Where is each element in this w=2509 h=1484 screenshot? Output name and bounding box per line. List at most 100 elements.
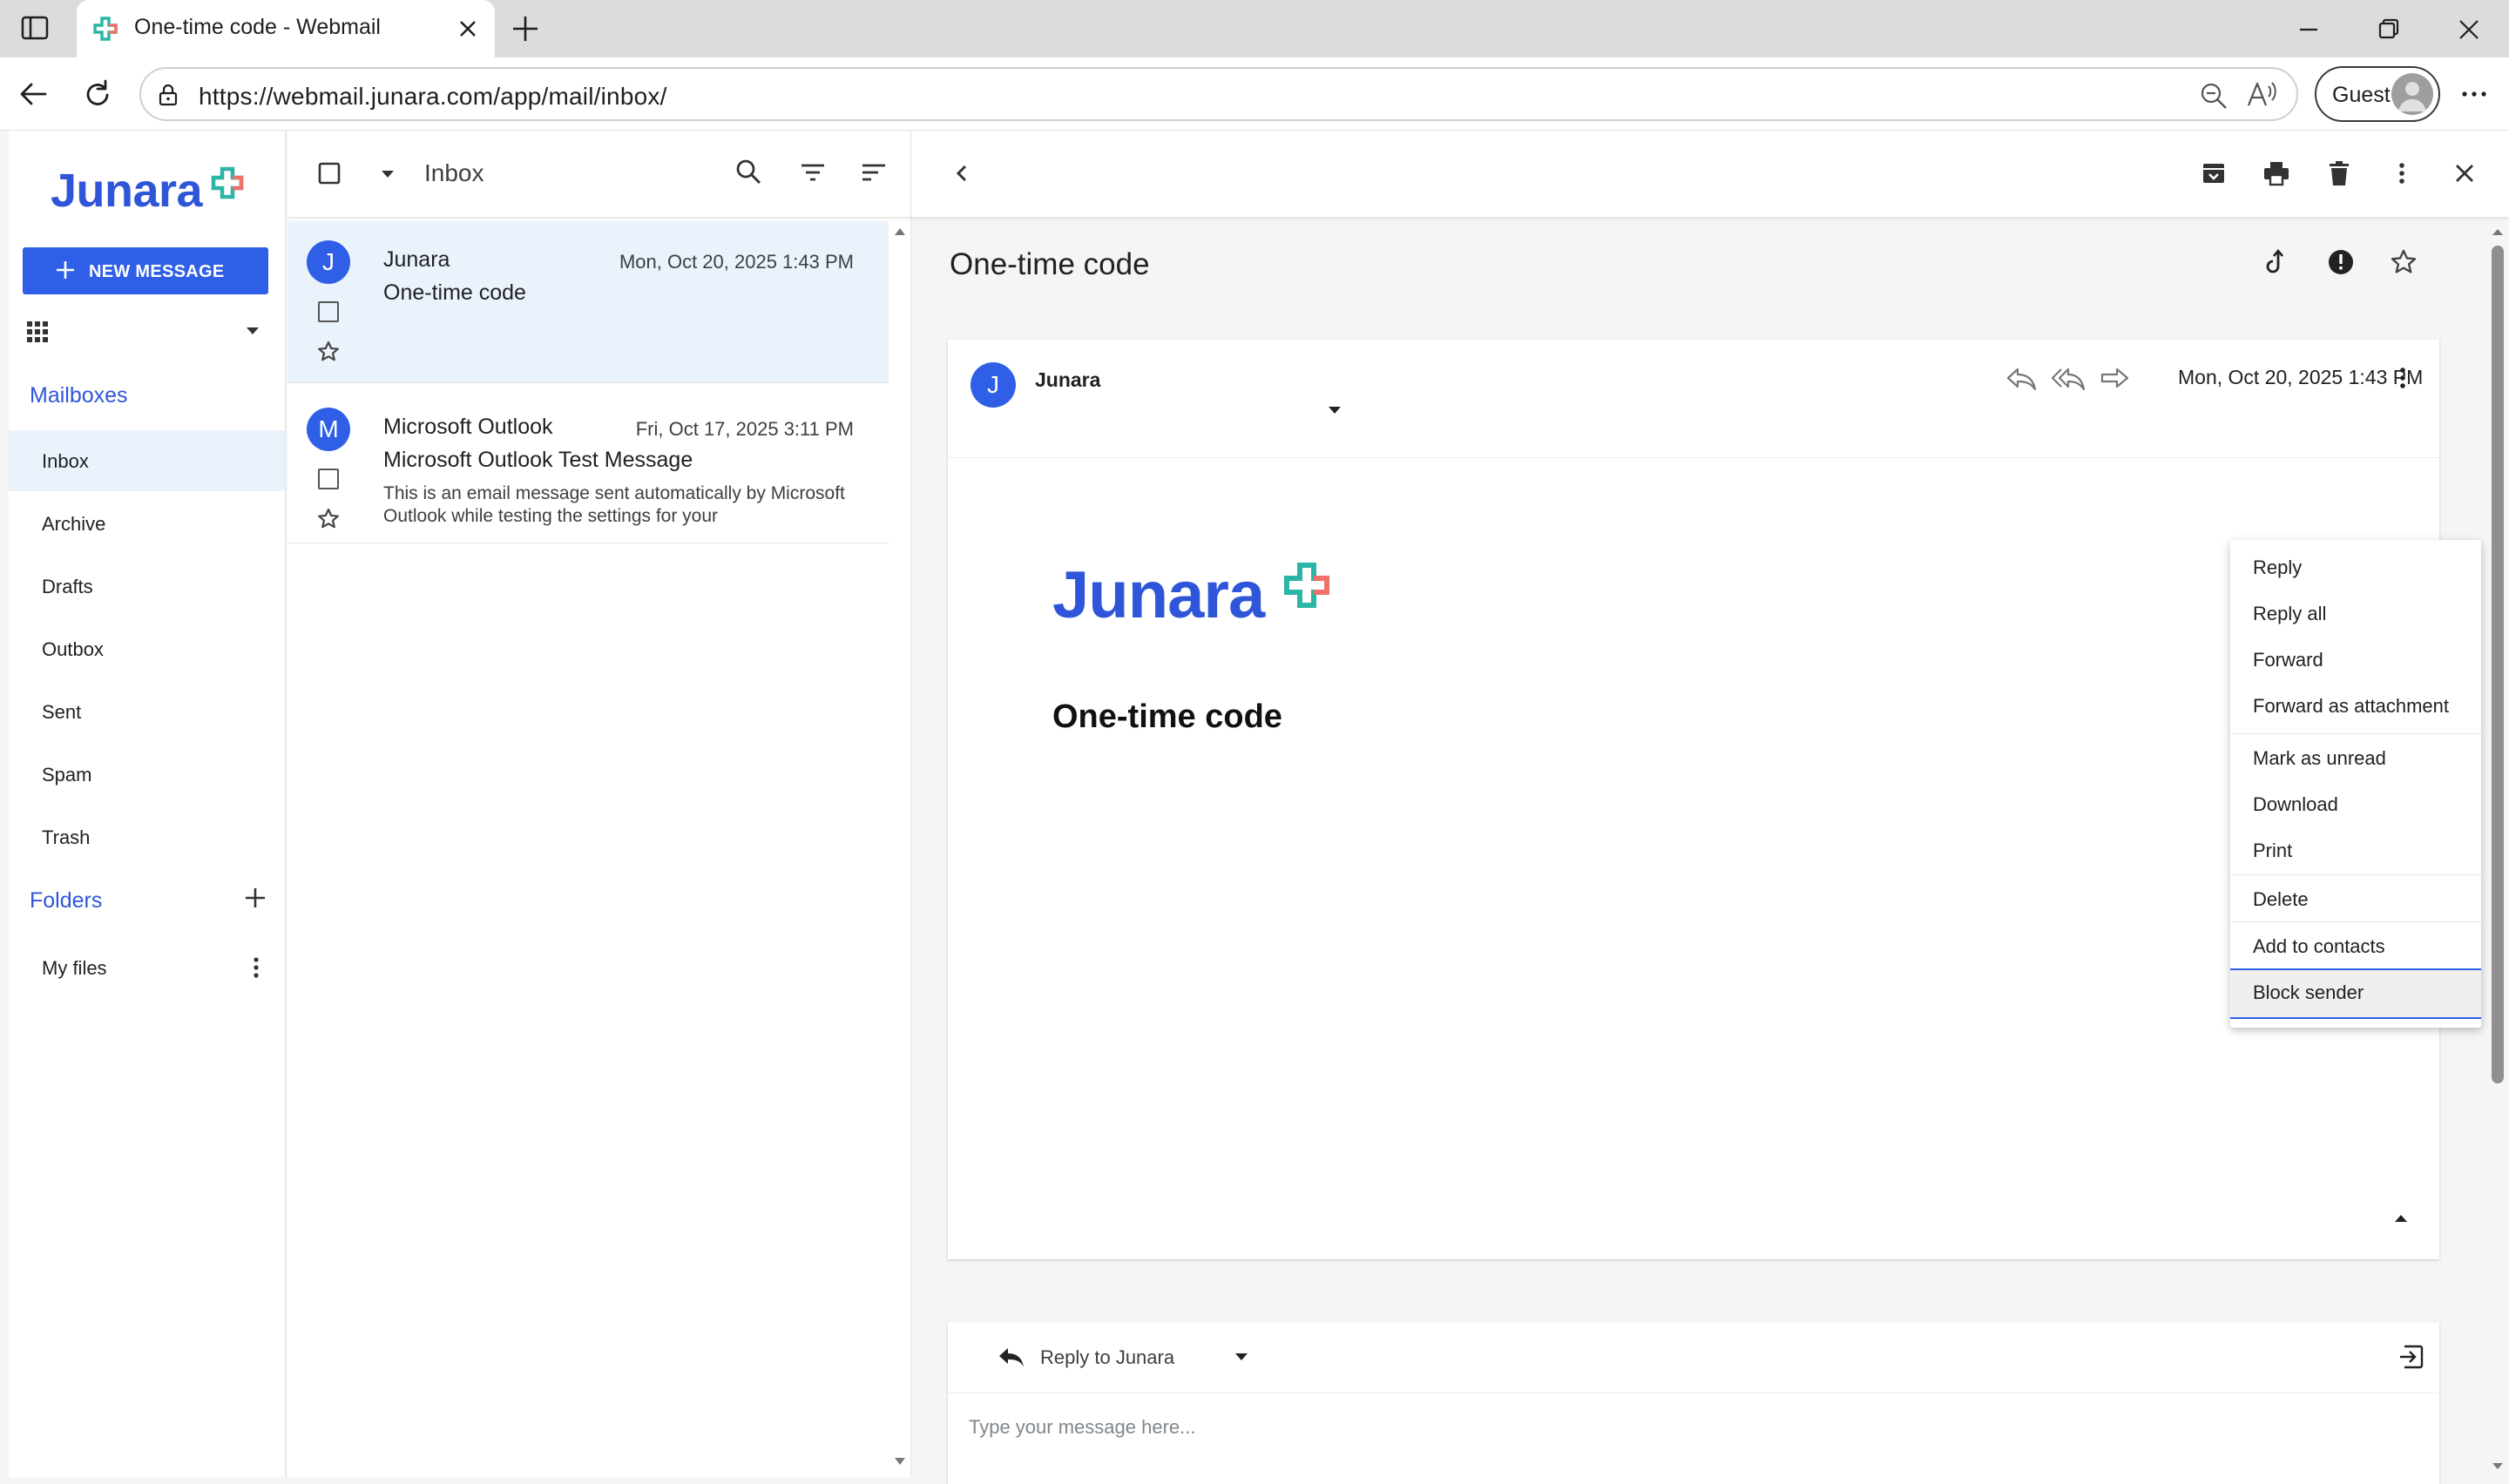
menu-item-block-sender[interactable]: Block sender — [2230, 968, 2481, 1019]
sidebar-item-inbox[interactable]: Inbox — [9, 430, 285, 491]
email-sender[interactable]: Junara — [1035, 368, 1100, 392]
logo-text: Junara — [51, 165, 203, 217]
sidebar-item-drafts[interactable]: Drafts — [9, 556, 285, 617]
message-subject: One-time code — [383, 280, 526, 305]
star-icon[interactable] — [316, 507, 341, 531]
caret-down-icon[interactable] — [1234, 1352, 1249, 1362]
menu-item-reply-all[interactable]: Reply all — [2230, 590, 2481, 636]
reply-message-input[interactable] — [969, 1406, 2415, 1449]
menu-item-label: Forward — [2253, 649, 2323, 671]
url-field[interactable]: https://webmail.junara.com/app/mail/inbo… — [139, 67, 2298, 121]
zoom-out-icon[interactable] — [2199, 81, 2228, 111]
email-body-heading: One-time code — [1052, 698, 1282, 735]
sidebar-item-sent[interactable]: Sent — [9, 681, 285, 742]
reply-to-label[interactable]: Reply to Junara — [1040, 1346, 1174, 1369]
new-message-button[interactable]: NEW MESSAGE — [23, 247, 268, 294]
forward-icon[interactable] — [2098, 362, 2133, 394]
menu-item-reply[interactable]: Reply — [2230, 543, 2481, 590]
message-preview: This is an email message sent automatica… — [383, 483, 845, 526]
avatar: M — [307, 408, 350, 451]
more-vertical-icon[interactable] — [2394, 362, 2411, 394]
reply-icon[interactable] — [997, 1343, 1026, 1371]
tab-actions-icon[interactable] — [19, 14, 54, 44]
delete-icon[interactable] — [2324, 159, 2354, 188]
reply-icon[interactable] — [2004, 362, 2039, 394]
search-icon[interactable] — [734, 157, 763, 186]
folders-heading[interactable]: Folders — [30, 888, 102, 914]
browser-more-icon[interactable] — [2457, 77, 2492, 111]
menu-item-mark-as-unread[interactable]: Mark as unread — [2230, 734, 2481, 780]
reader-toolbar — [911, 131, 2509, 218]
menu-item-download[interactable]: Download — [2230, 780, 2481, 826]
menu-item-add-to-contacts[interactable]: Add to contacts — [2230, 922, 2481, 968]
star-icon[interactable] — [2389, 247, 2418, 277]
message-date: Mon, Oct 20, 2025 1:43 PM — [619, 251, 854, 273]
menu-item-label: Print — [2253, 840, 2293, 861]
menu-item-label: Download — [2253, 793, 2338, 815]
sidebar-item-label: Drafts — [42, 576, 93, 597]
menu-item-label: Forward as attachment — [2253, 695, 2449, 717]
plus-icon — [54, 259, 77, 281]
message-date: Fri, Oct 17, 2025 3:11 PM — [635, 418, 854, 440]
medical-cross-icon — [210, 165, 245, 200]
menu-item-print[interactable]: Print — [2230, 826, 2481, 873]
list-title: Inbox — [424, 159, 484, 186]
menu-item-forward[interactable]: Forward — [2230, 636, 2481, 682]
sort-icon[interactable] — [859, 159, 889, 188]
row-checkbox[interactable] — [318, 301, 339, 322]
priority-icon[interactable] — [2326, 247, 2356, 277]
sidebar-item-spam[interactable]: Spam — [9, 744, 285, 805]
chevron-left-icon[interactable] — [948, 159, 977, 188]
caret-down-icon[interactable] — [1326, 404, 1343, 416]
close-window-icon[interactable] — [2455, 16, 2483, 44]
junara-logo[interactable]: Junara — [51, 164, 260, 219]
caret-down-icon[interactable] — [378, 161, 397, 187]
back-arrow-icon[interactable] — [16, 77, 51, 111]
folder-more-icon[interactable] — [247, 954, 265, 981]
list-scrollbar[interactable] — [889, 218, 910, 1477]
restore-icon[interactable] — [2375, 16, 2403, 44]
sidebar: Junara NEW MESSAGE Mailboxes Inbox Archi… — [9, 131, 286, 1477]
menu-item-label: Reply all — [2253, 603, 2327, 624]
sidebar-item-outbox[interactable]: Outbox — [9, 618, 285, 679]
message-sender: Microsoft Outlook — [383, 415, 553, 439]
caret-down-icon[interactable] — [244, 324, 261, 338]
filter-icon[interactable] — [798, 159, 828, 188]
minimize-icon[interactable] — [2295, 16, 2323, 44]
star-icon[interactable] — [316, 340, 341, 364]
avatar: J — [970, 362, 1016, 408]
read-aloud-icon[interactable] — [2246, 79, 2279, 111]
pop-out-icon[interactable] — [2397, 1343, 2425, 1371]
reply-all-icon[interactable] — [2051, 362, 2086, 394]
sidebar-item-my-files[interactable]: My files — [9, 937, 285, 998]
new-tab-icon[interactable] — [509, 12, 542, 45]
scrollbar-thumb[interactable] — [2492, 246, 2504, 1083]
list-item-message-1[interactable]: J Junara Mon, Oct 20, 2025 1:43 PM One-t… — [287, 221, 889, 383]
menu-item-delete[interactable]: Delete — [2230, 875, 2481, 921]
sidebar-item-trash[interactable]: Trash — [9, 806, 285, 867]
row-checkbox[interactable] — [318, 469, 339, 489]
browser-tab-active[interactable]: One-time code - Webmail — [77, 0, 495, 57]
archive-icon[interactable] — [2199, 159, 2228, 188]
address-bar: https://webmail.junara.com/app/mail/inbo… — [0, 57, 2509, 131]
flag-icon[interactable] — [2263, 247, 2293, 277]
guest-profile-button[interactable]: Guest — [2315, 66, 2440, 122]
list-item-message-2[interactable]: M Microsoft Outlook Fri, Oct 17, 2025 3:… — [287, 383, 889, 543]
message-actions-menu: Reply Reply all Forward Forward as attac… — [2230, 540, 2481, 1028]
apps-grid-icon[interactable] — [26, 320, 49, 343]
lock-icon[interactable] — [157, 83, 179, 107]
select-all-checkbox[interactable] — [315, 159, 345, 189]
close-tab-icon[interactable] — [456, 17, 479, 40]
refresh-icon[interactable] — [80, 77, 115, 111]
collapse-icon[interactable] — [2392, 1212, 2410, 1224]
sidebar-item-archive[interactable]: Archive — [9, 493, 285, 554]
reader-scrollbar[interactable] — [2486, 221, 2509, 1477]
mailboxes-heading[interactable]: Mailboxes — [30, 383, 128, 408]
add-folder-icon[interactable] — [242, 885, 268, 911]
webmail-app: Junara NEW MESSAGE Mailboxes Inbox Archi… — [0, 131, 2509, 1484]
medical-cross-icon — [1282, 561, 1331, 610]
menu-item-forward-as-attachment[interactable]: Forward as attachment — [2230, 682, 2481, 728]
close-icon[interactable] — [2450, 159, 2479, 188]
more-vertical-icon[interactable] — [2387, 159, 2417, 188]
print-icon[interactable] — [2262, 159, 2291, 188]
